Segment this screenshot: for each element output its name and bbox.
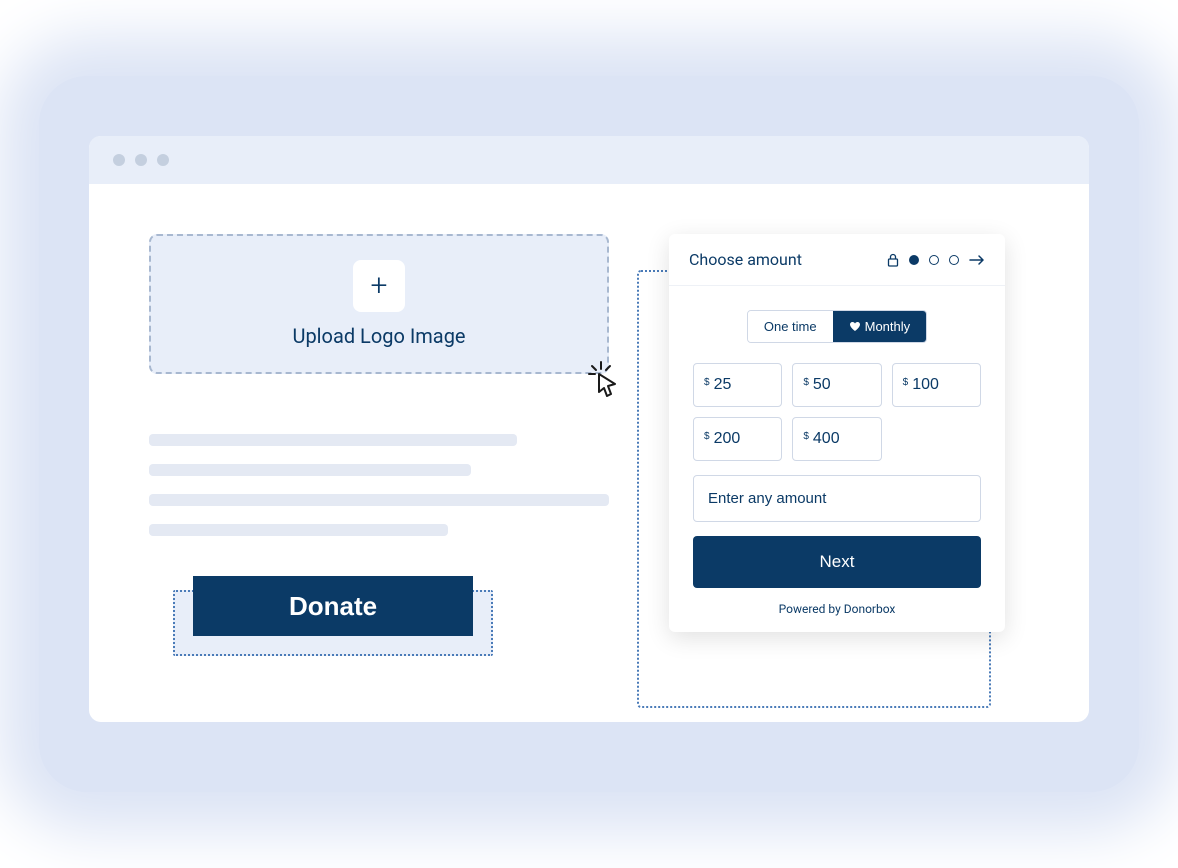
upload-logo-dropzone[interactable]: + Upload Logo Image — [149, 234, 609, 374]
amount-option-button[interactable]: $ 400 — [792, 417, 881, 461]
browser-window: + Upload Logo Image — [89, 136, 1089, 722]
amount-option-button[interactable]: $ 100 — [892, 363, 981, 407]
donation-widget: Choose amount — [669, 234, 1005, 632]
amount-value: 400 — [813, 430, 840, 448]
frequency-onetime-button[interactable]: One time — [748, 311, 833, 342]
page-background: + Upload Logo Image — [39, 76, 1139, 792]
amount-option-button[interactable]: $ 200 — [693, 417, 782, 461]
editor-panel: + Upload Logo Image — [149, 234, 609, 652]
step-dot — [949, 255, 959, 265]
frequency-monthly-label: Monthly — [865, 319, 911, 334]
donate-button-editor: Donate — [149, 576, 609, 652]
widget-header: Choose amount — [669, 234, 1005, 286]
step-dot — [929, 255, 939, 265]
arrow-right-icon[interactable] — [969, 254, 985, 266]
window-control-dot — [135, 154, 147, 166]
placeholder-line — [149, 524, 448, 536]
window-control-dot — [157, 154, 169, 166]
lock-icon — [887, 253, 899, 267]
widget-title: Choose amount — [689, 250, 802, 269]
window-control-dot — [113, 154, 125, 166]
donation-widget-panel: Choose amount — [669, 234, 1029, 652]
amount-value: 200 — [714, 430, 741, 448]
amount-value: 100 — [912, 376, 939, 394]
upload-plus-box: + — [353, 260, 405, 312]
placeholder-line — [149, 434, 517, 446]
browser-header — [89, 136, 1089, 184]
custom-amount-input[interactable] — [693, 475, 981, 522]
upload-label: Upload Logo Image — [292, 324, 465, 348]
text-placeholder-lines — [149, 434, 609, 536]
powered-by-label: Powered by Donorbox — [693, 602, 981, 616]
next-button[interactable]: Next — [693, 536, 981, 588]
step-dot-active — [909, 255, 919, 265]
browser-content: + Upload Logo Image — [89, 184, 1089, 722]
plus-icon: + — [371, 271, 388, 301]
currency-symbol: $ — [803, 377, 809, 388]
amount-value: 25 — [714, 376, 732, 394]
placeholder-line — [149, 494, 609, 506]
widget-body: One time Monthly $ — [669, 286, 1005, 632]
amount-value: 50 — [813, 376, 831, 394]
heart-icon — [849, 321, 861, 332]
cursor-click-icon — [581, 358, 625, 402]
currency-symbol: $ — [704, 377, 710, 388]
placeholder-line — [149, 464, 471, 476]
currency-symbol: $ — [803, 431, 809, 442]
amount-option-button[interactable]: $ 25 — [693, 363, 782, 407]
amount-grid: $ 25 $ 50 $ 100 — [693, 363, 981, 461]
frequency-monthly-button[interactable]: Monthly — [833, 311, 927, 342]
frequency-toggle: One time Monthly — [747, 310, 927, 343]
currency-symbol: $ — [704, 431, 710, 442]
amount-option-button[interactable]: $ 50 — [792, 363, 881, 407]
currency-symbol: $ — [903, 377, 909, 388]
donate-button[interactable]: Donate — [193, 576, 473, 636]
widget-progress-icons — [887, 253, 985, 267]
